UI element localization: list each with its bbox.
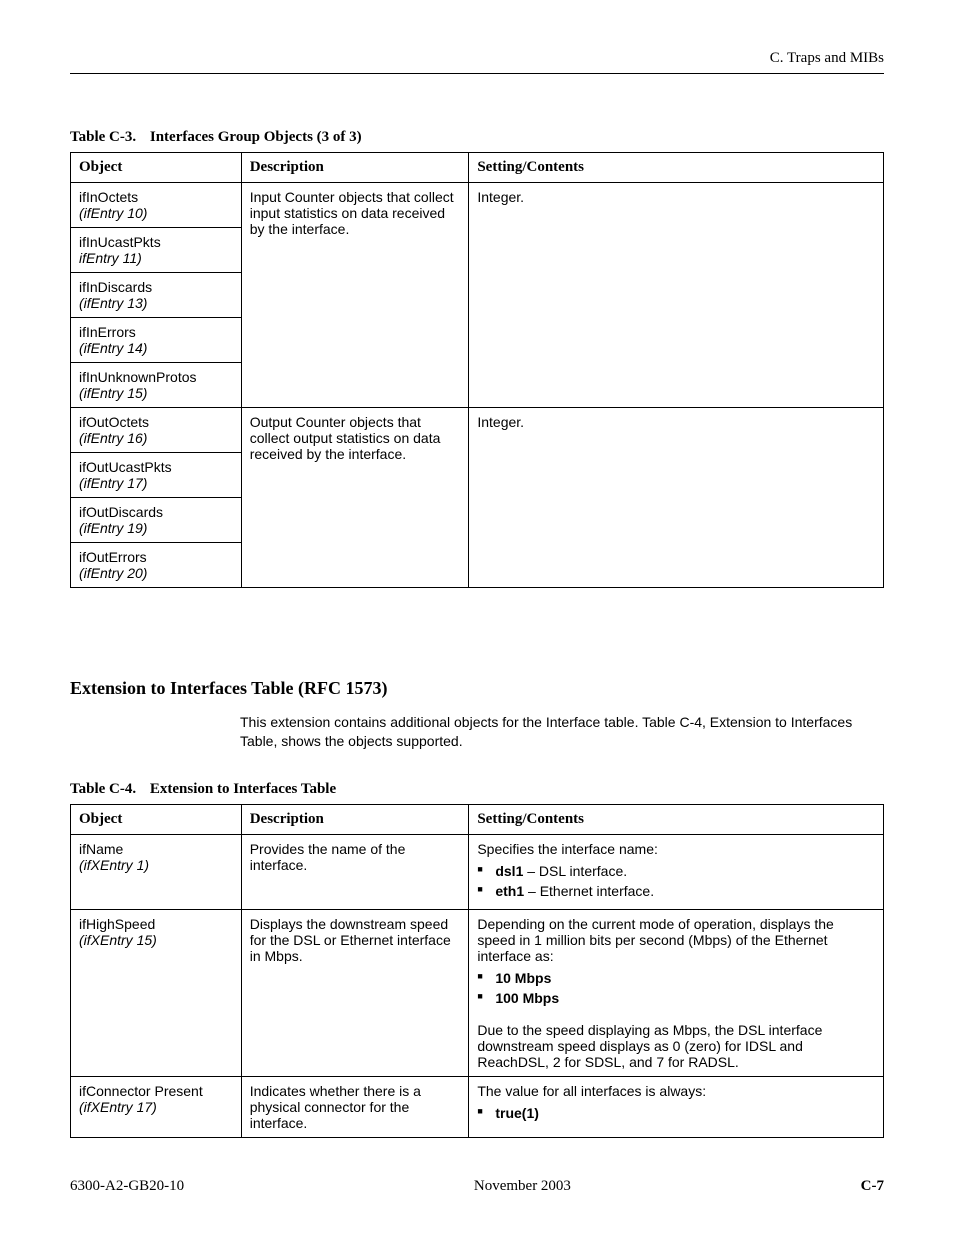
cell-setting: Specifies the interface name: dsl1 – DSL… (469, 834, 884, 909)
obj-name: ifOutDiscards (79, 504, 163, 520)
cell-setting: The value for all interfaces is always: … (469, 1076, 884, 1137)
obj-name: ifConnector Present (79, 1083, 203, 1099)
obj-entry: (ifEntry 15) (79, 385, 147, 401)
setting-lead: The value for all interfaces is always: (477, 1083, 706, 1099)
setting-lead: Depending on the current mode of operati… (477, 916, 833, 964)
th-description: Description (241, 153, 469, 183)
obj-entry: (ifXEntry 15) (79, 932, 157, 948)
th-setting: Setting/Contents (469, 153, 884, 183)
table-row: ifHighSpeed(ifXEntry 15) Displays the do… (71, 909, 884, 1076)
footer-center: November 2003 (474, 1178, 571, 1195)
list-item: 100 Mbps (477, 990, 875, 1006)
bullet-rest: – DSL interface. (523, 863, 627, 879)
cell-desc: Indicates whether there is a physical co… (241, 1076, 469, 1137)
section-intro: This extension contains additional objec… (240, 713, 884, 751)
th-object: Object (71, 153, 242, 183)
obj-entry: (ifXEntry 17) (79, 1099, 157, 1115)
cell-desc: Displays the downstream speed for the DS… (241, 909, 469, 1076)
table-c4-caption: Table C-4. Extension to Interfaces Table (70, 781, 884, 798)
setting-tail: Due to the speed displaying as Mbps, the… (477, 1022, 822, 1070)
table-row: ifConnector Present(ifXEntry 17) Indicat… (71, 1076, 884, 1137)
obj-name: ifName (79, 841, 123, 857)
table-c3-caption: Table C-3. Interfaces Group Objects (3 o… (70, 129, 884, 146)
cell-setting: Depending on the current mode of operati… (469, 909, 884, 1076)
obj-name: ifInOctets (79, 189, 138, 205)
cell-desc: Input Counter objects that collect input… (241, 183, 469, 408)
list-item: 10 Mbps (477, 970, 875, 986)
obj-name: ifHighSpeed (79, 916, 155, 932)
table-c4: Object Description Setting/Contents ifNa… (70, 804, 884, 1138)
obj-entry: (ifEntry 14) (79, 340, 147, 356)
list-item: eth1 – Ethernet interface. (477, 883, 875, 899)
cell-setting: Integer. (469, 183, 884, 408)
obj-name: ifOutUcastPkts (79, 459, 172, 475)
table-row: ifOutOctets(ifEntry 16) Output Counter o… (71, 408, 884, 453)
list-item: dsl1 – DSL interface. (477, 863, 875, 879)
obj-name: ifInDiscards (79, 279, 152, 295)
obj-name: ifInUnknownProtos (79, 369, 197, 385)
obj-entry: (ifEntry 16) (79, 430, 147, 446)
table-c3-label: Table C-3. (70, 129, 136, 145)
bullet-rest: – Ethernet interface. (524, 883, 654, 899)
obj-name: ifOutOctets (79, 414, 149, 430)
obj-entry: (ifEntry 17) (79, 475, 147, 491)
section-heading: Extension to Interfaces Table (RFC 1573) (70, 678, 884, 699)
obj-entry: (ifEntry 13) (79, 295, 147, 311)
table-c3: Object Description Setting/Contents ifIn… (70, 152, 884, 588)
footer-left: 6300-A2-GB20-10 (70, 1178, 184, 1195)
obj-entry: (ifEntry 10) (79, 205, 147, 221)
table-row: ifInOctets(ifEntry 10) Input Counter obj… (71, 183, 884, 228)
table-c3-title: Interfaces Group Objects (3 of 3) (150, 129, 362, 145)
obj-name: ifOutErrors (79, 549, 147, 565)
obj-entry: (ifEntry 20) (79, 565, 147, 581)
obj-name: ifInErrors (79, 324, 136, 340)
table-c4-label: Table C-4. (70, 781, 136, 797)
bullet-bold: dsl1 (495, 863, 523, 879)
breadcrumb: C. Traps and MIBs (770, 50, 884, 66)
setting-lead: Specifies the interface name: (477, 841, 658, 857)
cell-desc: Output Counter objects that collect outp… (241, 408, 469, 588)
cell-desc: Provides the name of the interface. (241, 834, 469, 909)
page-footer: 6300-A2-GB20-10 November 2003 C-7 (70, 1178, 884, 1195)
bullet-bold: eth1 (495, 883, 524, 899)
page-header: C. Traps and MIBs (70, 50, 884, 74)
table-row: ifName(ifXEntry 1) Provides the name of … (71, 834, 884, 909)
th-setting: Setting/Contents (469, 804, 884, 834)
obj-entry: (ifXEntry 1) (79, 857, 149, 873)
cell-setting: Integer. (469, 408, 884, 588)
footer-page-number: C-7 (861, 1178, 884, 1195)
th-object: Object (71, 804, 242, 834)
obj-entry: (ifEntry 19) (79, 520, 147, 536)
th-description: Description (241, 804, 469, 834)
obj-entry: ifEntry 11) (79, 250, 142, 266)
table-c4-title: Extension to Interfaces Table (150, 781, 336, 797)
list-item: true(1) (477, 1105, 875, 1121)
obj-name: ifInUcastPkts (79, 234, 161, 250)
